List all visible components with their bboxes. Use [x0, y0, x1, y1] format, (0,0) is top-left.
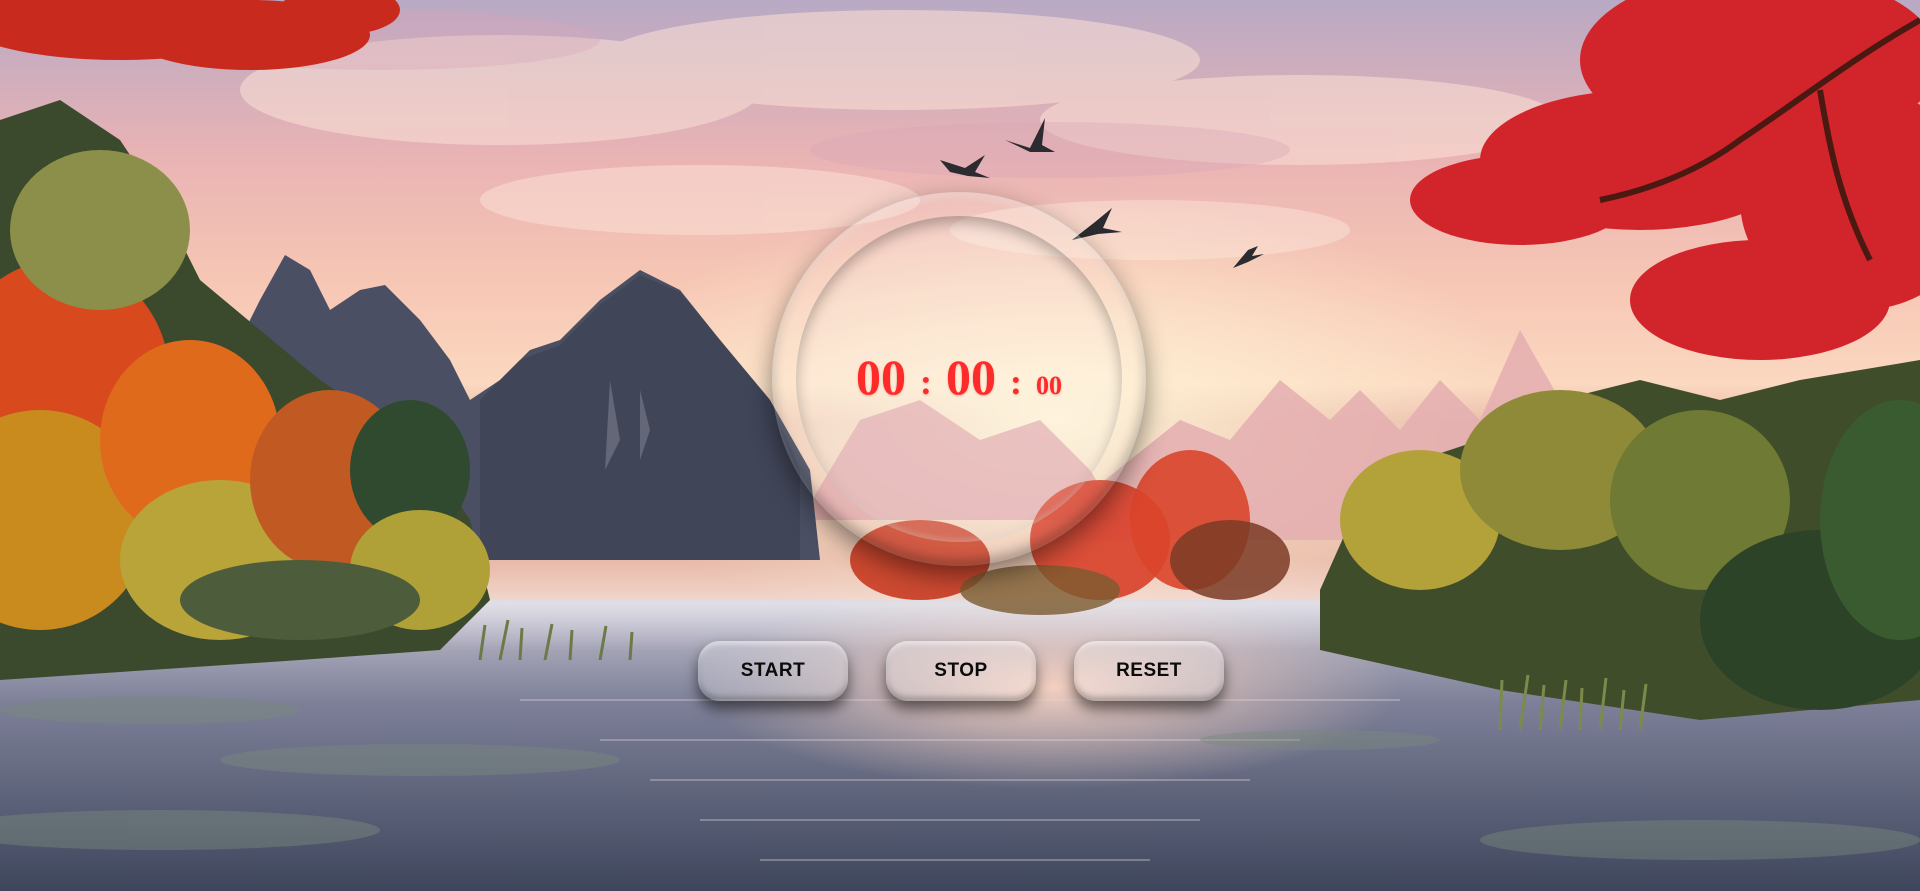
timer-separator: : — [1010, 362, 1022, 402]
reset-button[interactable]: RESET — [1074, 641, 1224, 701]
timer-dial: 00 : 00 : 00 — [772, 192, 1146, 566]
timer-separator: : — [920, 362, 932, 402]
timer-display: 00 : 00 : 00 — [856, 348, 1062, 406]
timer-minutes: 00 — [856, 349, 906, 405]
timer-controls: START STOP RESET — [698, 641, 1224, 701]
start-button[interactable]: START — [698, 641, 848, 701]
timer-centiseconds: 00 — [1036, 371, 1062, 400]
stop-button[interactable]: STOP — [886, 641, 1036, 701]
timer-face: 00 : 00 : 00 — [796, 216, 1122, 542]
timer-seconds: 00 — [946, 349, 996, 405]
